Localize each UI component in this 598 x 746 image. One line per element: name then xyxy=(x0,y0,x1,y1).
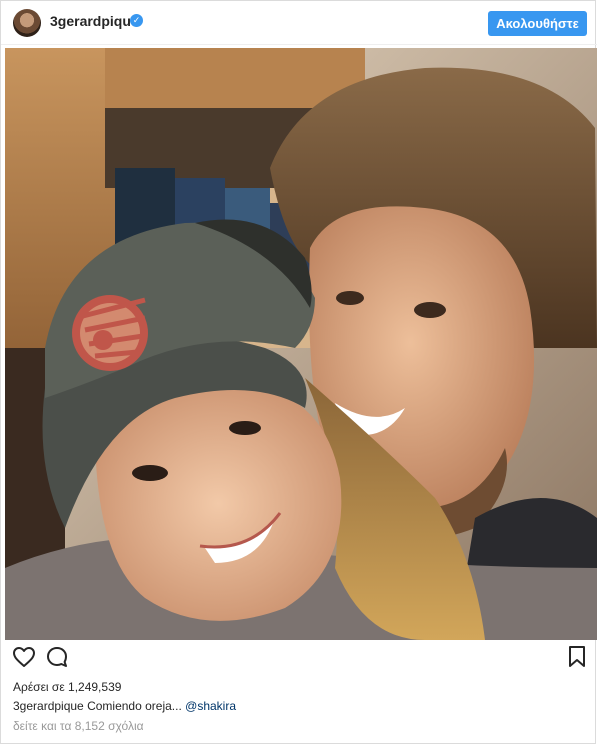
view-comments-link[interactable]: δείτε και τα 8,152 σχόλια xyxy=(13,719,144,733)
post-actions xyxy=(1,645,597,673)
follow-button[interactable]: Ακολουθήστε xyxy=(488,11,587,36)
bookmark-icon[interactable] xyxy=(566,645,592,671)
post-caption: 3gerardpique Comiendo oreja... @shakira xyxy=(13,699,236,713)
verified-badge-icon: ✓ xyxy=(130,14,143,27)
post-header: 3gerardpique ✓ Ακολουθήστε xyxy=(1,1,597,45)
username-link[interactable]: 3gerardpique xyxy=(50,13,139,29)
heart-icon[interactable] xyxy=(12,645,38,671)
post-photo[interactable] xyxy=(5,48,597,640)
caption-mention[interactable]: @shakira xyxy=(185,699,236,713)
instagram-post: 3gerardpique ✓ Ακολουθήστε Αρέσει σε 1,2… xyxy=(0,0,597,744)
caption-text: Comiendo oreja... xyxy=(87,699,182,713)
caption-username[interactable]: 3gerardpique xyxy=(13,699,84,713)
likes-count[interactable]: Αρέσει σε 1,249,539 xyxy=(13,680,121,694)
comment-icon[interactable] xyxy=(45,645,71,671)
avatar[interactable] xyxy=(13,9,41,37)
